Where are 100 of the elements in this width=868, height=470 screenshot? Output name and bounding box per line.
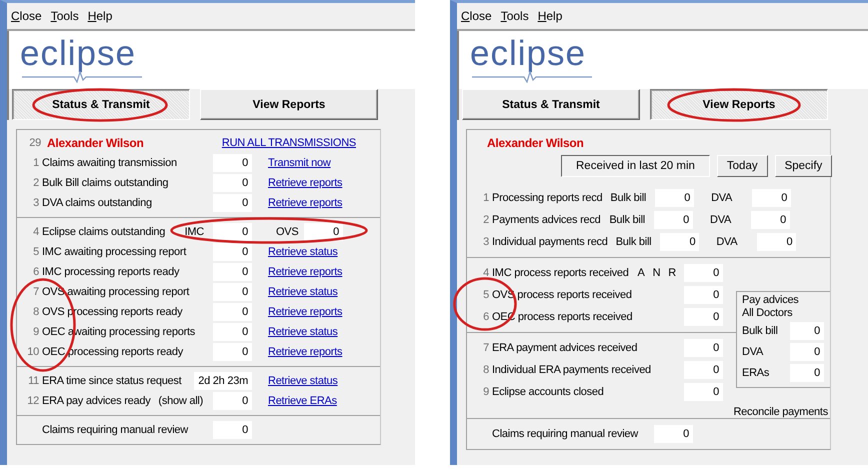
retrieve-link[interactable]: Retrieve status xyxy=(268,375,338,387)
field-label: ERAs xyxy=(742,367,770,379)
count-field: 0 xyxy=(213,392,252,410)
row-number: 12 xyxy=(26,395,40,407)
show-all-link[interactable]: (show all) xyxy=(158,395,203,407)
count-field: 0 xyxy=(684,383,723,401)
row-label: Processing reports recd xyxy=(492,192,602,204)
row-number: 7 xyxy=(32,286,40,298)
retrieve-link[interactable]: Retrieve reports xyxy=(268,177,342,189)
row-number: 5 xyxy=(32,246,40,258)
row-label: Claims requiring manual review xyxy=(42,424,188,436)
field-label: DVA xyxy=(710,214,732,226)
menu-item[interactable]: Close xyxy=(461,9,492,23)
count-field: 0 xyxy=(654,211,693,229)
tab[interactable]: View Reports xyxy=(200,89,378,120)
count-field: 2d 2h 23m xyxy=(194,372,252,390)
retrieve-link[interactable]: Retrieve reports xyxy=(268,306,342,318)
row-label: Eclipse accounts closed xyxy=(492,386,604,398)
row-number: 1 xyxy=(482,192,490,204)
filter-button[interactable]: Received in last 20 min xyxy=(561,155,710,177)
retrieve-link[interactable]: Retrieve reports xyxy=(268,266,342,278)
count-field: 0 xyxy=(684,339,723,357)
row-number: 3 xyxy=(32,197,40,209)
count-field: 0 xyxy=(790,343,824,361)
count-field: 0 xyxy=(213,343,252,361)
menu-item[interactable]: Tools xyxy=(50,9,79,23)
row-number: 29 xyxy=(28,137,42,149)
filter-button[interactable]: Specify xyxy=(774,155,832,177)
row-number: 10 xyxy=(26,346,40,358)
row-number: 9 xyxy=(32,326,40,338)
count-field: 0 xyxy=(790,322,824,340)
count-field: 0 xyxy=(751,211,790,229)
row-label: Payments advices recd xyxy=(492,214,600,226)
field-label: DVA xyxy=(742,346,764,358)
row-number: 7 xyxy=(482,342,490,354)
reconcile-payments-button[interactable]: Reconcile payments xyxy=(733,406,828,418)
field-label: Bulk bill xyxy=(609,214,645,226)
row-number: 11 xyxy=(27,375,40,387)
menu-item[interactable]: Close xyxy=(11,9,42,23)
count-field: 0 xyxy=(654,425,693,443)
field-label: Bulk bill xyxy=(616,236,652,248)
retrieve-link[interactable]: Retrieve status xyxy=(268,326,338,338)
field-label: Bulk bill xyxy=(610,192,646,204)
row-number: 8 xyxy=(482,364,490,376)
menu-item[interactable]: Help xyxy=(88,9,112,23)
patient-name: Alexander Wilson xyxy=(487,136,585,150)
row-label: Individual ERA payments received xyxy=(492,364,651,376)
row-label: OEC processing reports ready xyxy=(42,346,183,358)
count-field: 0 xyxy=(213,174,252,192)
retrieve-link[interactable]: Transmit now xyxy=(268,157,331,169)
run-all-link[interactable]: RUN ALL TRANSMISSIONS xyxy=(222,137,356,149)
count-field: 0 xyxy=(213,323,252,341)
tab[interactable]: Status & Transmit xyxy=(462,89,640,120)
retrieve-link[interactable]: Retrieve ERAs xyxy=(268,395,337,407)
row-label: ERA time since status request xyxy=(42,375,182,387)
row-label: Eclipse claims outstanding xyxy=(42,226,166,238)
row-label: ERA pay advices ready xyxy=(42,395,150,407)
row-number: 2 xyxy=(32,177,40,189)
count-field: 0 xyxy=(213,303,252,321)
count-field: 0 xyxy=(757,233,796,251)
count-field: 0 xyxy=(213,154,252,172)
count-field: 0 xyxy=(684,264,723,282)
filter-button[interactable]: Today xyxy=(716,155,768,177)
count-field: 0 xyxy=(684,361,723,379)
count-field: 0 xyxy=(660,233,700,251)
row-number: 4 xyxy=(32,226,40,238)
row-number: 5 xyxy=(482,289,490,301)
retrieve-link[interactable]: Retrieve status xyxy=(268,286,338,298)
logo: eclipse xyxy=(20,37,137,71)
row-label: IMC processing reports ready xyxy=(42,266,180,278)
count-field: 0 xyxy=(213,283,252,301)
count-field: 0 xyxy=(213,243,252,261)
field-label: DVA xyxy=(716,236,738,248)
row-number: 4 xyxy=(482,267,490,279)
count-field: 0 xyxy=(304,223,343,241)
row-number: 6 xyxy=(482,311,490,323)
count-field: 0 xyxy=(684,308,723,326)
count-field: 0 xyxy=(752,189,792,207)
pay-advices-title: All Doctors xyxy=(742,307,794,320)
flag-letter: N xyxy=(652,267,660,279)
count-field: 0 xyxy=(213,194,252,212)
row-label: Individual payments recd xyxy=(492,236,608,248)
patient-name: Alexander Wilson xyxy=(47,136,145,150)
flag-letter: A xyxy=(638,267,645,279)
row-label: DVA claims outstanding xyxy=(42,197,152,209)
retrieve-link[interactable]: Retrieve reports xyxy=(268,197,342,209)
menu-item[interactable]: Tools xyxy=(500,9,529,23)
logo: eclipse xyxy=(470,37,587,71)
retrieve-link[interactable]: Retrieve status xyxy=(268,246,338,258)
row-label: Bulk Bill claims outstanding xyxy=(42,177,168,189)
flag-letter: R xyxy=(668,267,676,279)
row-number: 8 xyxy=(32,306,40,318)
retrieve-link[interactable]: Retrieve reports xyxy=(268,346,342,358)
count-field: 0 xyxy=(790,364,824,382)
field-label: Bulk bill xyxy=(742,325,778,337)
count-field: 0 xyxy=(213,263,252,281)
menu-item[interactable]: Help xyxy=(538,9,562,23)
field-label: DVA xyxy=(711,192,734,204)
row-label: IMC process reports received xyxy=(492,267,629,279)
row-number: 6 xyxy=(32,266,40,278)
